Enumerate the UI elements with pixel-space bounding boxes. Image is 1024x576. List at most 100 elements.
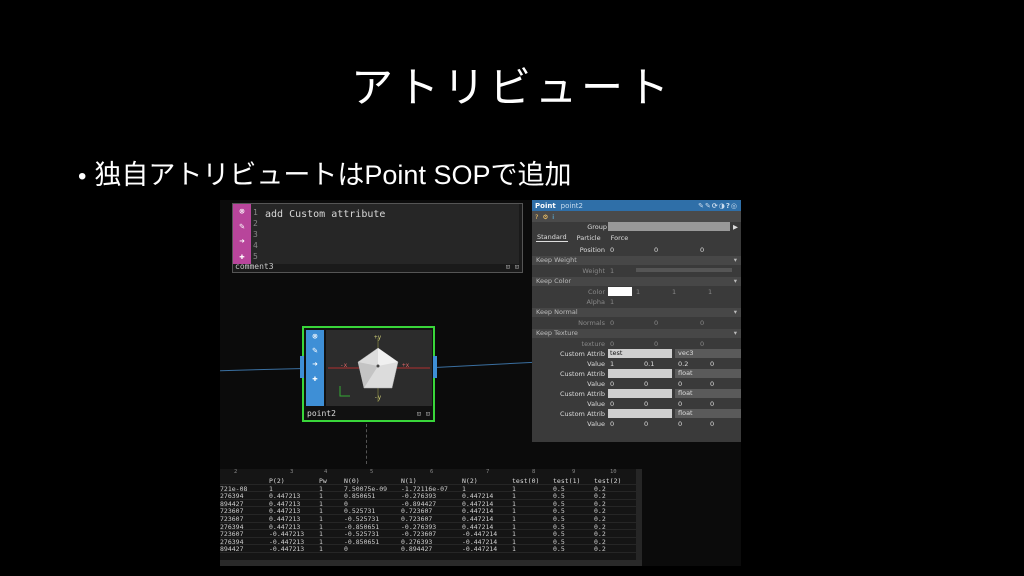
custom-attrib-type-menu[interactable]: float <box>675 389 741 398</box>
info-icon[interactable]: i <box>552 213 554 221</box>
group-field[interactable] <box>608 222 730 231</box>
op-type: Point <box>535 201 556 210</box>
geometry-viewer[interactable]: +y -y -x +x <box>326 330 432 406</box>
table-row: 276394 0.447213 1 0.850651 -0.276393 0.447214… <box>220 492 642 500</box>
table-row: 894427 -0.447213 1 0 0.894427 -0.447214 1 0.5 0.… <box>220 545 642 553</box>
info-icon[interactable]: ⊗ <box>306 331 324 344</box>
table-row: 723607 0.447213 1 -0.525731 0.723607 0.447214… <box>220 515 642 523</box>
bullet-point: • 独自アトリビュートはPoint SOPで追加 <box>78 153 571 192</box>
normals-row: Normals 0 0 0 <box>578 319 705 327</box>
viewer-toggle-icon[interactable]: ⊡ <box>417 410 421 418</box>
info-icon[interactable]: ⊗ <box>233 206 251 219</box>
table-cell: 0.5 <box>553 545 565 554</box>
horizontal-scrollbar[interactable] <box>220 560 642 566</box>
custom-attrib-name-field[interactable]: test <box>608 349 672 358</box>
position-row: Position 0 0 0 <box>579 246 705 254</box>
custom-attrib-type-menu[interactable]: float <box>675 409 741 418</box>
custom-attrib-name-field[interactable] <box>608 369 672 378</box>
input-wire <box>220 368 305 372</box>
texture-row: texture 0 0 0 <box>581 340 705 348</box>
custom-attrib-name-field[interactable] <box>608 389 672 398</box>
table-cell: 0.2 <box>594 545 606 554</box>
touchdesigner-screenshot: ⊗ ✎ ➜ ✚ 1 2 3 4 5 add Custom attribute c… <box>220 200 741 566</box>
panel-toolbar: ? ⚙ i <box>532 211 741 222</box>
settings-icon[interactable]: ⚙ <box>542 213 548 221</box>
point-node-name: point2 <box>307 409 336 418</box>
spreadsheet-header: P(2) Pw N(0) N(1) N(2) test(0) test(1) t… <box>220 477 642 485</box>
help-icon[interactable]: ? <box>535 213 538 221</box>
custom-value-row-1: Value 1 0.1 0.2 0 <box>587 360 715 368</box>
point-node-toolbar: ⊗ ✎ ➜ ✚ <box>306 330 324 406</box>
arrow-icon[interactable]: ➜ <box>233 236 251 249</box>
color-swatch[interactable] <box>608 287 632 296</box>
table-row: 723607 -0.447213 1 -0.525731 -0.723607 -0.447… <box>220 530 642 538</box>
input-port[interactable] <box>300 356 304 378</box>
table-row: 276394 0.447213 1 -0.850651 -0.276393 0.44721… <box>220 523 642 531</box>
comment-node-toolbar: ⊗ ✎ ➜ ✚ <box>233 204 251 264</box>
op-name[interactable]: point2 <box>561 202 583 210</box>
attribute-spreadsheet[interactable]: 2 3 4 5 6 7 8 9 10 P(2) Pw N(0) N(1) N(2… <box>220 469 642 566</box>
weight-slider[interactable] <box>636 268 732 272</box>
table-row: 894427 0.447213 1 0 -0.894427 0.447214 1 0.5 0.2 <box>220 500 642 508</box>
group-menu-arrow[interactable]: ▶ <box>733 223 738 231</box>
custom-attrib-row-3: Custom Attrib float <box>532 389 741 399</box>
node-flag-icon[interactable]: ⊡ <box>426 410 430 418</box>
alpha-row: Alpha 1 <box>586 298 615 306</box>
comment-text-area[interactable]: 1 2 3 4 5 add Custom attribute <box>251 204 519 264</box>
custom-attrib-type-menu[interactable]: vec3 <box>675 349 741 358</box>
color-row: Color 1 1 1 <box>588 287 713 296</box>
edit-icon[interactable]: ✎ <box>306 345 324 358</box>
output-port[interactable] <box>433 356 437 378</box>
node-flag-icon[interactable]: ⊡ <box>515 263 519 271</box>
bullet-text: 独自アトリビュートはPoint SOPで追加 <box>94 160 572 190</box>
table-cell: 894427 <box>220 545 244 554</box>
tab-particle[interactable]: Particle <box>576 234 602 242</box>
display-icon[interactable]: ✚ <box>306 373 324 386</box>
panel-tools-icons[interactable]: ✎✎⟳◑?◎ <box>698 202 738 210</box>
custom-value-row-3: Value 0 0 0 0 <box>587 400 715 408</box>
table-row: 723607 0.447213 1 0.525731 0.723607 0.447214 1… <box>220 507 642 515</box>
weight-row: Weight 1 <box>532 266 741 276</box>
custom-value-row-2: Value 0 0 0 0 <box>587 380 715 388</box>
tab-standard[interactable]: Standard <box>536 233 568 242</box>
keep-texture-section[interactable]: Keep Texture ▾ <box>532 329 741 338</box>
bullet-dot-icon: • <box>78 163 87 190</box>
keep-weight-section[interactable]: Keep Weight ▾ <box>532 256 741 265</box>
parameter-panel: Point point2 ✎✎⟳◑?◎ ? ⚙ i Group ▶ Standa… <box>532 200 741 442</box>
table-cell: 1 <box>512 545 516 554</box>
custom-attrib-row-4: Custom Attrib float <box>532 409 741 419</box>
arrow-icon[interactable]: ➜ <box>306 359 324 372</box>
axis-label-right: +x <box>402 362 410 369</box>
point-sop-node[interactable]: ⊗ ✎ ➜ ✚ +y -y -x +x point2 ⊡ ⊡ <box>300 326 437 422</box>
table-cell: -0.447214 <box>462 545 498 554</box>
viewer-toggle-icon[interactable]: ⊡ <box>506 263 510 271</box>
connector-line <box>366 424 367 464</box>
axis-label-left: -x <box>340 362 348 369</box>
tab-force[interactable]: Force <box>610 234 630 242</box>
custom-attrib-row-2: Custom Attrib float <box>532 369 741 379</box>
vertical-scrollbar[interactable] <box>636 469 642 566</box>
table-row: 721e-08 1 1 7.50075e-09 -1.72116e-07 1 1 0.5 0.2 <box>220 485 642 493</box>
table-cell: 1 <box>319 545 323 554</box>
custom-attrib-row-1: Custom Attrib test vec3 <box>532 349 741 359</box>
edit-icon[interactable]: ✎ <box>233 221 251 234</box>
custom-attrib-name-field[interactable] <box>608 409 672 418</box>
table-cell: -0.447213 <box>269 545 305 554</box>
axis-label-top: +y <box>374 334 382 341</box>
axis-label-bottom: -y <box>374 394 382 401</box>
keep-color-section[interactable]: Keep Color ▾ <box>532 277 741 286</box>
comment-text[interactable]: add Custom attribute <box>265 209 385 220</box>
parameter-tabs: Standard Particle Force <box>532 232 741 243</box>
custom-attrib-type-menu[interactable]: float <box>675 369 741 378</box>
custom-value-row-4: Value 0 0 0 0 <box>587 420 715 428</box>
comment-node-name: comment3 <box>235 262 274 271</box>
table-cell: 0 <box>344 545 348 554</box>
line-numbers: 1 2 3 4 5 <box>253 208 258 261</box>
column-numbers: 2 3 4 5 6 7 8 9 10 <box>234 469 617 475</box>
comment-node[interactable]: ⊗ ✎ ➜ ✚ 1 2 3 4 5 add Custom attribute c… <box>232 203 523 273</box>
keep-normal-section[interactable]: Keep Normal ▾ <box>532 308 741 317</box>
spreadsheet-body: 721e-08 1 1 7.50075e-09 -1.72116e-07 1 1 0.5 0.2… <box>220 485 642 553</box>
table-row: 276394 -0.447213 1 -0.850651 0.276393 -0.4472… <box>220 538 642 546</box>
group-row: Group ▶ <box>587 222 738 231</box>
slide-title: アトリビュート <box>350 63 673 112</box>
